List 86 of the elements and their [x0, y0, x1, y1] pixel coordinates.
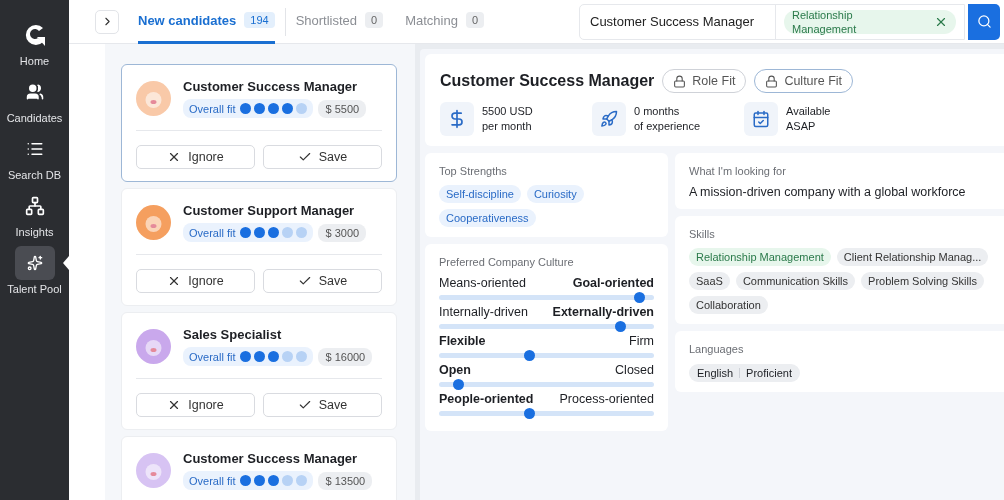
candidate-card[interactable]: Sales Specialist Overall fit $ 16000 Ignore Save: [121, 312, 397, 430]
check-icon: [297, 150, 312, 164]
looking-for-card: What I'm looking for A mission-driven company with a global workforce: [675, 153, 1004, 209]
candidate-title: Customer Success Manager: [183, 451, 359, 466]
sidebar-item[interactable]: Home: [0, 18, 69, 67]
looking-for-text: A mission-driven company with a global workforce: [689, 185, 967, 199]
candidate-card[interactable]: Customer Success Manager Overall fit $ 13500: [121, 436, 397, 500]
slider-thumb[interactable]: [524, 408, 536, 419]
strength-tag: Curiosity: [526, 185, 584, 203]
candidate-title: Customer Support Manager: [183, 203, 356, 218]
search-icon: [976, 14, 992, 29]
sidebar-item[interactable]: Search DB: [0, 132, 69, 181]
calendar-icon: [752, 110, 770, 128]
fit-label: Overall fit: [189, 474, 236, 487]
expand-button[interactable]: [95, 9, 119, 34]
network-icon: [24, 196, 45, 216]
fit-button[interactable]: Role Fit: [662, 69, 747, 93]
salary-badge: $ 16000: [318, 347, 373, 366]
strength-tag: Cooperativeness: [439, 209, 536, 227]
fact-text: 5500 USD per month: [482, 104, 534, 134]
ignore-button[interactable]: Ignore: [136, 393, 255, 417]
count-badge: 0: [465, 12, 485, 28]
sidebar-item[interactable]: Insights: [0, 189, 69, 238]
count-badge: 194: [244, 12, 275, 28]
scale-label: Process-oriented: [559, 392, 654, 406]
sidebar-item[interactable]: Talent Pool: [0, 246, 69, 295]
skill-tag: Collaboration: [689, 296, 768, 314]
slider-thumb[interactable]: [614, 321, 626, 332]
strength-tag: Self-discipline: [439, 185, 521, 203]
slider-thumb[interactable]: [633, 292, 645, 303]
lock-icon: [765, 74, 779, 88]
sidebar-item[interactable]: Candidates: [0, 75, 69, 124]
check-icon: [297, 398, 312, 412]
fit-label: Overall fit: [189, 226, 236, 239]
skill-tag: Relationship Management: [689, 248, 831, 266]
scale-label: Open: [439, 363, 471, 377]
language-tag: English Proficient: [689, 364, 800, 382]
save-button[interactable]: Save: [263, 393, 382, 417]
fit-button[interactable]: Culture Fit: [754, 69, 854, 93]
ignore-button[interactable]: Ignore: [136, 145, 255, 169]
skill-tag: Client Relationship Manag...: [836, 248, 989, 266]
scale-label: Externally-driven: [552, 305, 654, 319]
filter-chip[interactable]: Relationship Management: [784, 9, 956, 34]
save-button[interactable]: Save: [263, 269, 382, 293]
scale-label: Internally-driven: [439, 305, 528, 319]
rocket-icon: [600, 110, 618, 128]
fit-label: Overall fit: [189, 350, 236, 363]
candidate-heading: Customer Success Manager: [440, 72, 655, 90]
candidate-title: Customer Success Manager: [183, 79, 359, 94]
fact-text: 0 months of experience: [634, 104, 702, 134]
candidate-card[interactable]: Customer Success Manager Overall fit $ 5500 Ignore Save: [121, 64, 397, 182]
salary-badge: $ 13500: [318, 471, 373, 490]
count-badge: 0: [365, 12, 384, 28]
candidate-title: Sales Specialist: [183, 327, 283, 342]
strengths-card: Top Strengths Self-discipline Curiosity Cooperativeness: [425, 153, 668, 237]
fact-text: Available ASAP: [786, 104, 832, 134]
check-icon: [297, 274, 312, 288]
ignore-button[interactable]: Ignore: [136, 269, 255, 293]
candidate-card[interactable]: Customer Support Manager Overall fit $ 3000 Ignore Save: [121, 188, 397, 306]
list-icon: [25, 140, 44, 158]
tab[interactable]: Matching 0: [405, 0, 485, 44]
save-button[interactable]: Save: [263, 145, 382, 169]
scale-label: Firm: [629, 334, 654, 348]
pointer-icon: [63, 256, 69, 270]
search-field[interactable]: Customer Success Manager Relationship Management: [579, 3, 965, 40]
scale-label: Closed: [615, 363, 654, 377]
skill-tag: SaaS: [689, 272, 730, 290]
scale-label: Means-oriented: [439, 276, 526, 290]
scale-label: People-oriented: [439, 392, 534, 406]
scale-label: Goal-oriented: [572, 276, 654, 290]
slider-thumb[interactable]: [453, 379, 465, 390]
search-button[interactable]: [968, 3, 1000, 40]
lock-icon: [673, 74, 687, 88]
tab[interactable]: Shortlisted 0: [295, 0, 384, 44]
skill-tag: Communication Skills: [735, 272, 856, 290]
languages-card: Languages English Proficient: [675, 331, 1004, 392]
salary-badge: $ 3000: [318, 223, 367, 242]
skill-tag: Problem Solving Skills: [861, 272, 984, 290]
scale-label: Flexible: [439, 334, 486, 348]
sparkle-icon: [26, 255, 43, 271]
fit-label: Overall fit: [189, 102, 236, 115]
culture-card: Preferred Company Culture Means-oriented Goal-oriented Internally-driven Externally-driven Flexible Firm Open Closed People-oriented Process-oriented: [425, 244, 668, 431]
slider-thumb[interactable]: [524, 350, 536, 361]
people-icon: [25, 83, 44, 101]
skills-card: Skills Relationship Management Client Relationship Manag... SaaS Communication Skills Problem Solving Skills Collaboration: [675, 216, 1004, 324]
salary-badge: $ 5500: [318, 99, 367, 118]
